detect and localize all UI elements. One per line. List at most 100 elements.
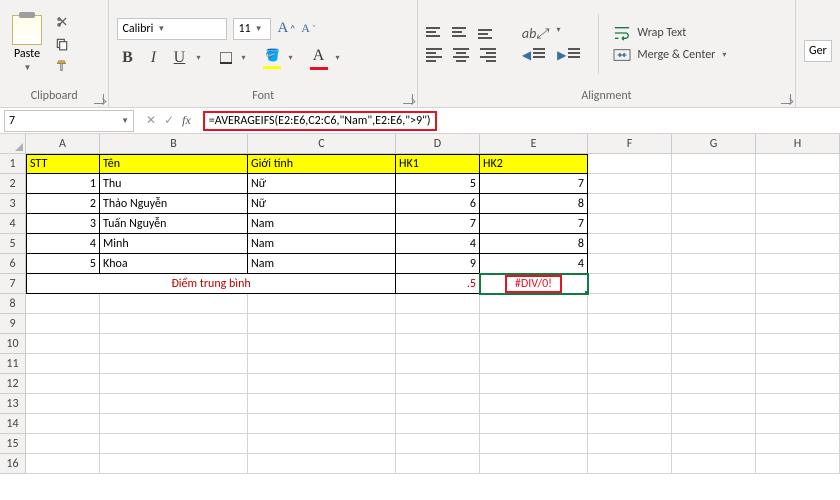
row-header[interactable]: 10 (0, 334, 26, 354)
cell[interactable] (756, 174, 840, 194)
cell[interactable] (26, 454, 100, 474)
cell[interactable]: 1 (26, 174, 100, 194)
summary-hk2-cell[interactable]: #DIV/0! (480, 274, 588, 294)
name-box[interactable]: 7▼ (4, 110, 134, 132)
cell[interactable]: HK1 (396, 154, 480, 174)
cell[interactable] (480, 414, 588, 434)
cell[interactable] (100, 394, 248, 414)
cell[interactable] (480, 354, 588, 374)
cell[interactable]: Nữ (248, 194, 396, 214)
cell[interactable] (756, 194, 840, 214)
row-header[interactable]: 16 (0, 454, 26, 474)
cell[interactable]: 9 (396, 254, 480, 274)
cell[interactable] (672, 394, 756, 414)
col-header[interactable]: E (480, 134, 588, 154)
cell[interactable] (672, 334, 756, 354)
cell[interactable]: Minh (100, 234, 248, 254)
cell[interactable] (26, 354, 100, 374)
cell[interactable]: 7 (480, 174, 588, 194)
cell[interactable] (672, 294, 756, 314)
row-header[interactable]: 4 (0, 214, 26, 234)
cell[interactable] (672, 354, 756, 374)
increase-font-button[interactable]: A^ (277, 20, 295, 37)
cell[interactable]: Thảo Nguyễn (100, 194, 248, 214)
cell[interactable] (672, 154, 756, 174)
cell[interactable] (588, 374, 672, 394)
align-top-button[interactable] (426, 25, 444, 39)
cut-button[interactable] (52, 13, 72, 31)
orientation-button[interactable]: ab⤢ (522, 25, 548, 42)
cell[interactable]: Tuấn Nguyễn (100, 214, 248, 234)
cell[interactable] (396, 454, 480, 474)
row-header[interactable]: 12 (0, 374, 26, 394)
cell[interactable] (100, 414, 248, 434)
cell[interactable] (480, 334, 588, 354)
cell[interactable] (26, 374, 100, 394)
cell[interactable] (588, 314, 672, 334)
row-header[interactable]: 15 (0, 434, 26, 454)
align-center-button[interactable] (452, 48, 470, 62)
row-header[interactable]: 8 (0, 294, 26, 314)
cell[interactable]: 4 (480, 254, 588, 274)
cell[interactable] (248, 314, 396, 334)
col-header[interactable]: C (248, 134, 396, 154)
cell[interactable] (588, 294, 672, 314)
cell[interactable] (480, 454, 588, 474)
cell[interactable] (588, 234, 672, 254)
row-header[interactable]: 1 (0, 154, 26, 174)
row-header[interactable]: 11 (0, 354, 26, 374)
cell[interactable]: Khoa (100, 254, 248, 274)
cell[interactable]: 8 (480, 234, 588, 254)
cell[interactable] (672, 234, 756, 254)
cell[interactable] (756, 234, 840, 254)
cell[interactable] (248, 354, 396, 374)
col-header[interactable]: F (588, 134, 672, 154)
cell[interactable]: STT (26, 154, 100, 174)
cell[interactable] (672, 414, 756, 434)
row-header[interactable]: 14 (0, 414, 26, 434)
column-headers[interactable]: A B C D E F G H (26, 134, 840, 154)
cell[interactable] (672, 314, 756, 334)
cell[interactable] (100, 454, 248, 474)
cell[interactable] (396, 394, 480, 414)
cell[interactable] (756, 454, 840, 474)
dialog-launcher-icon[interactable] (403, 94, 413, 104)
cell[interactable] (248, 454, 396, 474)
dialog-launcher-icon[interactable] (94, 94, 104, 104)
row-headers[interactable]: 1 2 3 4 5 6 7 8 9 10 11 12 13 14 15 16 (0, 154, 26, 474)
cell[interactable] (756, 394, 840, 414)
cell[interactable] (26, 294, 100, 314)
select-all-corner[interactable] (0, 134, 26, 154)
borders-button[interactable] (218, 50, 234, 66)
cell[interactable] (480, 434, 588, 454)
cell[interactable]: Nữ (248, 174, 396, 194)
cell[interactable] (26, 434, 100, 454)
cell[interactable]: 8 (480, 194, 588, 214)
spreadsheet-grid[interactable]: A B C D E F G H 1 2 3 4 5 6 7 8 9 10 (0, 134, 840, 500)
cell[interactable] (672, 454, 756, 474)
cell[interactable] (756, 154, 840, 174)
cell[interactable] (396, 354, 480, 374)
cell[interactable] (100, 374, 248, 394)
cell[interactable]: 7 (480, 214, 588, 234)
cell[interactable] (100, 334, 248, 354)
cell[interactable] (248, 374, 396, 394)
cell[interactable] (396, 434, 480, 454)
summary-label-cell[interactable]: Điểm trung bình (26, 274, 396, 294)
font-size-combo[interactable]: 11▼ (233, 18, 271, 40)
cell[interactable] (756, 434, 840, 454)
cell[interactable] (756, 314, 840, 334)
cell[interactable] (588, 154, 672, 174)
cell[interactable] (756, 294, 840, 314)
cell[interactable] (672, 194, 756, 214)
row-header[interactable]: 9 (0, 314, 26, 334)
cell[interactable] (100, 354, 248, 374)
number-format-combo[interactable]: Ger (804, 40, 832, 62)
cell[interactable]: Nam (248, 214, 396, 234)
col-header[interactable]: B (100, 134, 248, 154)
cell[interactable]: Thu (100, 174, 248, 194)
cell[interactable] (588, 414, 672, 434)
cell[interactable] (480, 314, 588, 334)
cell[interactable]: 4 (396, 234, 480, 254)
enter-formula-button[interactable]: ✓ (164, 113, 174, 128)
